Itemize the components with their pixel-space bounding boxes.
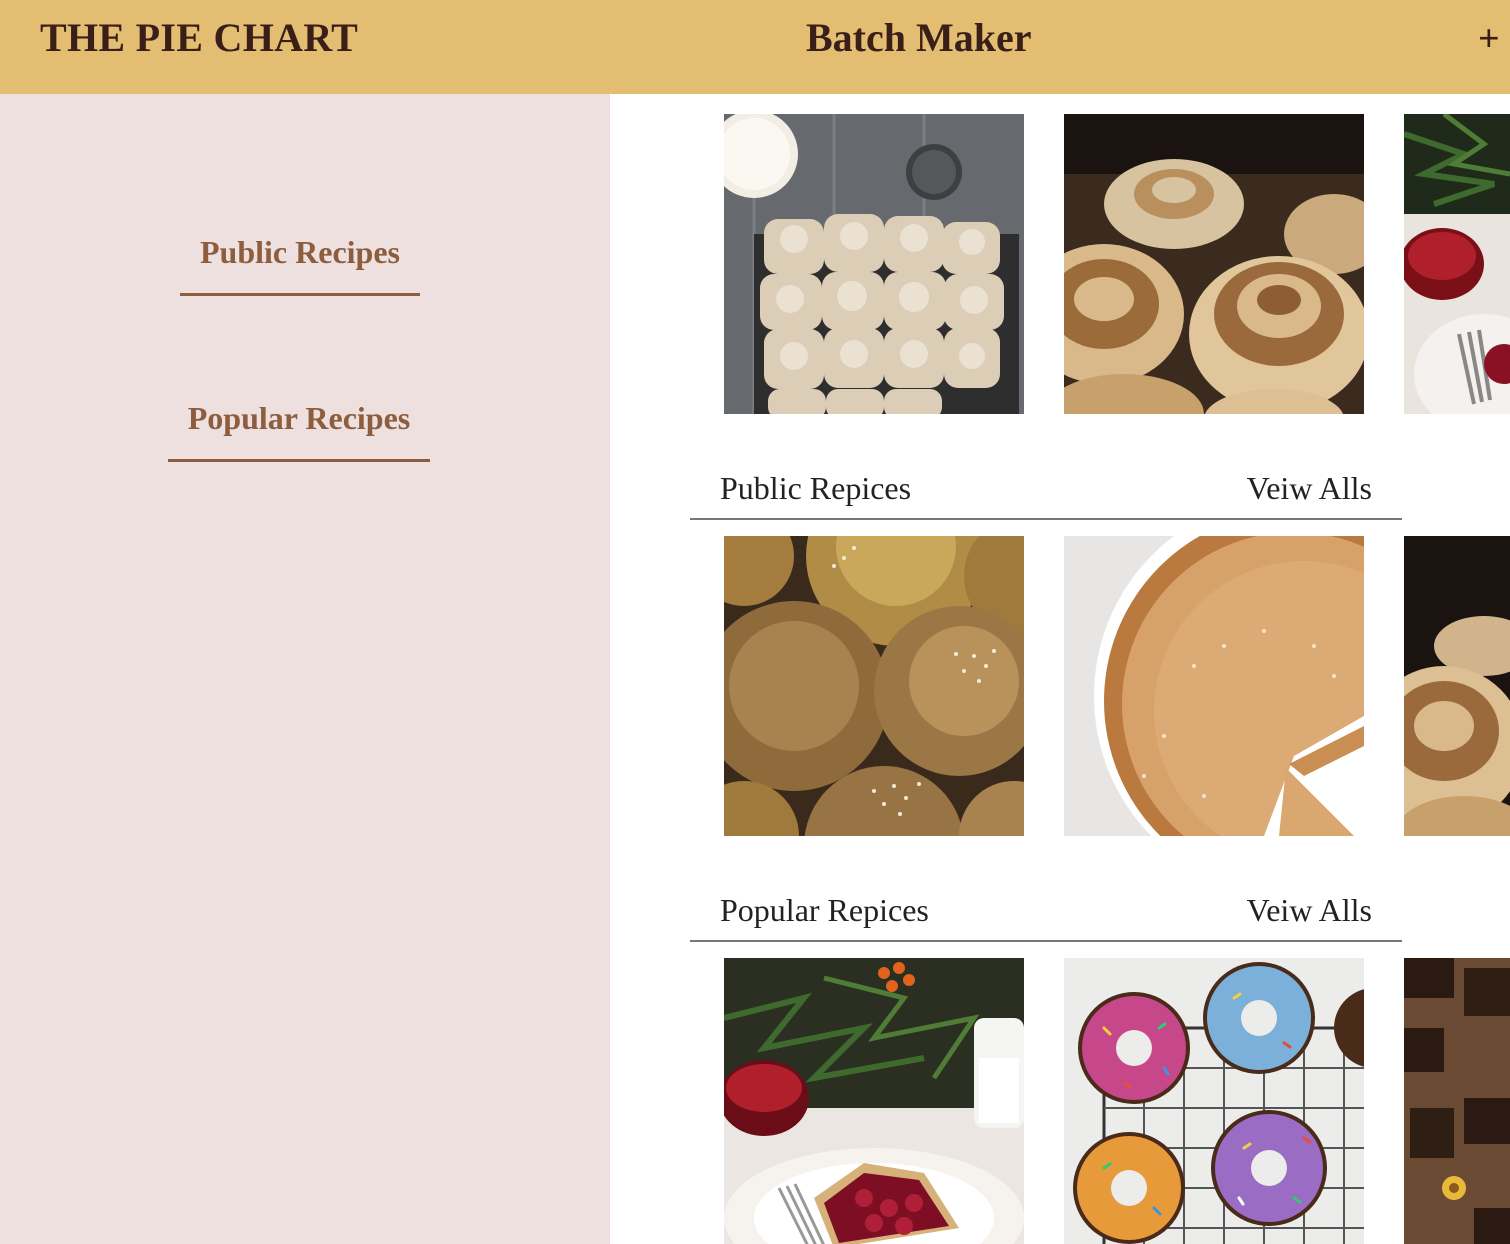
- recipe-image-cherry-pie-partial[interactable]: [1404, 114, 1510, 414]
- recipe-image-rolls-on-rack[interactable]: [724, 114, 1024, 414]
- sidebar-item-label: Popular Recipes: [187, 400, 411, 436]
- nav-underline: [180, 293, 420, 296]
- view-all-link[interactable]: Veiw Alls: [1247, 470, 1372, 507]
- sidebar: Public Recipes Popular Recipes: [0, 94, 610, 1244]
- add-recipe-button[interactable]: +: [1478, 14, 1510, 64]
- recipe-image-cinnamon-rolls[interactable]: [1064, 114, 1364, 414]
- sidebar-item-public-recipes[interactable]: Public Recipes: [180, 234, 420, 296]
- recipe-image-custard-pie[interactable]: [1064, 536, 1364, 836]
- recipe-gallery: Public Repices Veiw Alls Popular Repices…: [610, 94, 1510, 1244]
- recipe-image-sesame-buns[interactable]: [724, 536, 1024, 836]
- section-header-popular: Popular Repices Veiw Alls: [690, 892, 1402, 942]
- recipe-image-brownies-partial[interactable]: [1404, 958, 1510, 1244]
- section-title: Public Repices: [720, 470, 912, 506]
- section-title: Popular Repices: [720, 892, 929, 928]
- page-title: Batch Maker: [806, 15, 1032, 60]
- nav-underline: [168, 459, 430, 462]
- section-divider: [690, 940, 1402, 942]
- sidebar-item-label: Public Recipes: [200, 234, 400, 270]
- top-header: THE PIE CHART Batch Maker +: [0, 0, 1510, 94]
- brand-logo-text[interactable]: THE PIE CHART: [40, 14, 358, 61]
- sidebar-item-popular-recipes[interactable]: Popular Recipes: [168, 400, 430, 462]
- recipe-image-cinnamon-roll-partial[interactable]: [1404, 536, 1510, 836]
- section-header-public: Public Repices Veiw Alls: [690, 470, 1402, 520]
- recipe-image-cherry-pie-slice[interactable]: [724, 958, 1024, 1244]
- view-all-link[interactable]: Veiw Alls: [1247, 892, 1372, 929]
- recipe-image-sprinkle-donuts[interactable]: [1064, 958, 1364, 1244]
- section-divider: [690, 518, 1402, 520]
